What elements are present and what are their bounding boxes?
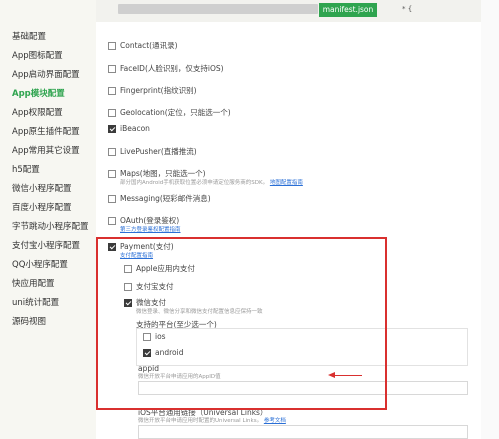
label-messaging: Messaging(短彩邮件消息) xyxy=(120,194,211,203)
checkbox-faceid[interactable] xyxy=(108,64,116,73)
universal-links-input[interactable] xyxy=(138,425,468,439)
checkbox-geolocation[interactable] xyxy=(108,108,116,117)
sidebar-item-basic[interactable]: 基础配置 xyxy=(12,30,46,42)
editor-tab-bar: manifest.json * { xyxy=(96,0,499,22)
checkbox-fingerprint[interactable] xyxy=(108,86,116,95)
sidebar-item-uni-stat[interactable]: uni统计配置 xyxy=(12,296,59,308)
module-fingerprint[interactable]: Fingerprint(指纹识别) xyxy=(108,85,197,96)
module-geolocation[interactable]: Geolocation(定位，只能选一个) xyxy=(108,107,231,118)
module-messaging[interactable]: Messaging(短彩邮件消息) xyxy=(108,193,211,204)
universal-links-note-text: 微信开放平台申请应用时配置的Universal Links。 xyxy=(138,418,263,424)
sidebar-item-app-modules[interactable]: App模块配置 xyxy=(12,87,65,99)
oauth-guide-link[interactable]: 第三方登录鉴权配置指南 xyxy=(120,225,181,233)
highlight-box xyxy=(96,237,387,410)
sidebar-item-app-permissions[interactable]: App权限配置 xyxy=(12,106,63,118)
tab-manifest[interactable]: manifest.json xyxy=(319,3,377,17)
sidebar-item-quickapp[interactable]: 快应用配置 xyxy=(12,277,55,289)
universal-links-doc-link[interactable]: 参考文档 xyxy=(264,418,286,424)
sidebar-item-app-native-plugins[interactable]: App原生插件配置 xyxy=(12,125,80,137)
sidebar-item-h5[interactable]: h5配置 xyxy=(12,163,40,175)
maps-guide-link[interactable]: 地图配置指南 xyxy=(270,180,303,186)
sidebar-item-alipay-mp[interactable]: 支付宝小程序配置 xyxy=(12,239,80,251)
module-faceid[interactable]: FaceID(人脸识别，仅支持iOS) xyxy=(108,63,224,74)
label-contact: Contact(通讯录) xyxy=(120,41,178,50)
maps-note: 部分国内Android手机获取位置必须申请定位服务商的SDK。 地图配置指南 xyxy=(120,178,303,186)
sidebar-item-toutiao-mp[interactable]: 字节跳动小程序配置 xyxy=(12,220,89,232)
module-ibeacon[interactable]: iBeacon xyxy=(108,124,150,133)
sidebar-item-app-other[interactable]: App常用其它设置 xyxy=(12,144,80,156)
sidebar-item-baidu-mp[interactable]: 百度小程序配置 xyxy=(12,201,72,213)
label-fingerprint: Fingerprint(指纹识别) xyxy=(120,86,197,95)
tab-blurred[interactable] xyxy=(118,4,318,14)
maps-note-text: 部分国内Android手机获取位置必须申请定位服务商的SDK。 xyxy=(120,180,269,186)
sidebar-item-source-view[interactable]: 源码视图 xyxy=(12,315,46,327)
label-geolocation: Geolocation(定位，只能选一个) xyxy=(120,108,231,117)
checkbox-contact[interactable] xyxy=(108,41,116,50)
label-ibeacon: iBeacon xyxy=(120,124,150,133)
module-livepusher[interactable]: LivePusher(直播推流) xyxy=(108,146,197,157)
scroll-track[interactable] xyxy=(481,0,499,439)
label-livepusher: LivePusher(直播推流) xyxy=(120,147,197,156)
tab-extra-text: * { xyxy=(402,5,413,13)
sidebar-item-app-icon[interactable]: App图标配置 xyxy=(12,49,63,61)
checkbox-livepusher[interactable] xyxy=(108,147,116,156)
checkbox-oauth[interactable] xyxy=(108,216,116,225)
sidebar-item-weixin-mp[interactable]: 微信小程序配置 xyxy=(12,182,72,194)
checkbox-ibeacon[interactable] xyxy=(108,124,116,133)
sidebar-item-qq-mp[interactable]: QQ小程序配置 xyxy=(12,258,68,270)
sidebar-item-app-splash[interactable]: App启动界面配置 xyxy=(12,68,80,80)
label-faceid: FaceID(人脸识别，仅支持iOS) xyxy=(120,64,224,73)
sidebar: 基础配置 App图标配置 App启动界面配置 App模块配置 App权限配置 A… xyxy=(0,0,96,439)
module-contact[interactable]: Contact(通讯录) xyxy=(108,40,178,51)
checkbox-messaging[interactable] xyxy=(108,194,116,203)
universal-links-note: 微信开放平台申请应用时配置的Universal Links。 参考文档 xyxy=(138,416,286,424)
checkbox-maps[interactable] xyxy=(108,169,116,178)
